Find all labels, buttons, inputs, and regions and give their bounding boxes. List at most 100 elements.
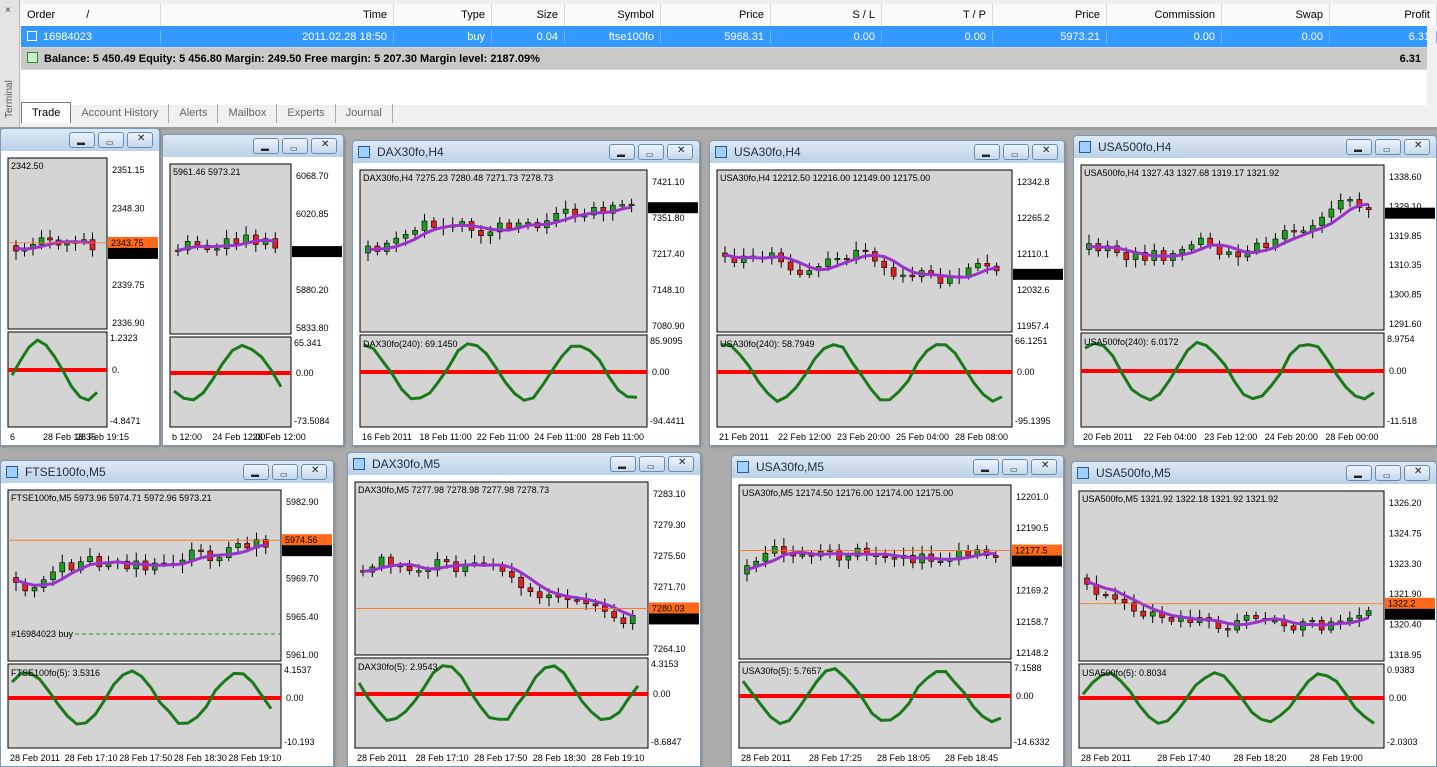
- close-button[interactable]: ✕: [1404, 465, 1430, 481]
- col-tp-header[interactable]: T / P: [882, 3, 993, 26]
- tab-experts[interactable]: Experts: [277, 104, 336, 123]
- chart-area[interactable]: 2342.502351.152348.302345.452339.752336.…: [1, 151, 159, 445]
- chart-info-label: DAX30fo,M5 7277.98 7278.98 7277.98 7278.…: [358, 485, 549, 495]
- window-titlebar[interactable]: ▬ ▭ ✕: [163, 135, 343, 157]
- minimize-button[interactable]: ▬: [609, 144, 635, 160]
- chart-window-dax30-h4[interactable]: DAX30fo,H4 ▬ ▭ ✕ DAX30fo,H4 7275.23 7280.48 …: [352, 140, 700, 446]
- close-button[interactable]: ✕: [1031, 459, 1057, 475]
- col-commission-header[interactable]: Commission: [1107, 3, 1222, 26]
- tab-alerts[interactable]: Alerts: [169, 104, 219, 123]
- tab-trade[interactable]: Trade: [21, 102, 72, 123]
- close-button[interactable]: ✕: [301, 464, 327, 480]
- maximize-button[interactable]: ▭: [639, 456, 665, 472]
- col-order-header[interactable]: Order /: [21, 3, 161, 26]
- col-symbol-header[interactable]: Symbol: [565, 3, 661, 26]
- chart-area[interactable]: 5961.46 5973.216068.706020.855926.605880…: [163, 157, 343, 445]
- candle: [1149, 611, 1156, 617]
- maximize-button[interactable]: ▭: [1002, 459, 1028, 475]
- maximize-button[interactable]: ▭: [1003, 144, 1029, 160]
- current-price-label: 7278.73: [652, 614, 685, 624]
- chart-area[interactable]: DAX30fo,H4 7275.23 7280.48 7271.73 7278.…: [353, 163, 699, 445]
- col-sl-header[interactable]: S / L: [771, 3, 882, 26]
- time-tick-label: 21 Feb 2011: [719, 432, 769, 442]
- chart-area[interactable]: USA30fo,M5 12174.50 12176.00 12174.00 12…: [732, 478, 1063, 766]
- close-button[interactable]: ✕: [668, 456, 694, 472]
- maximize-button[interactable]: ▭: [1375, 139, 1401, 155]
- chart-window-usa500-m5[interactable]: USA500fo,M5 ▬ ▭ ✕ USA500fo,M5 1321.92 1322.1…: [1071, 461, 1437, 767]
- maximize-button[interactable]: ▭: [282, 138, 308, 154]
- col-size-header[interactable]: Size: [492, 3, 565, 26]
- minimize-button[interactable]: ▬: [69, 132, 95, 148]
- close-button[interactable]: ✕: [311, 138, 337, 154]
- window-titlebar[interactable]: DAX30fo,M5 ▬ ▭ ✕: [348, 453, 700, 475]
- candle: [628, 203, 635, 207]
- window-titlebar[interactable]: USA30fo,M5 ▬ ▭ ✕: [732, 456, 1063, 478]
- current-price-label: 1321.92: [1388, 209, 1421, 219]
- type-cell: buy: [394, 30, 492, 43]
- chart-area[interactable]: USA500fo,H4 1327.43 1327.68 1319.17 1321…: [1074, 158, 1436, 445]
- col-current-price-header[interactable]: Price: [993, 3, 1107, 26]
- chart-area[interactable]: FTSE100fo,M5 5973.96 5974.71 5972.96 597…: [1, 483, 333, 766]
- chart-window-ftse100-m5[interactable]: FTSE100fo,M5 ▬ ▭ ✕ FTSE100fo,M5 5973.96 5974…: [0, 460, 334, 767]
- time-tick-label: 28 Feb 19:10: [228, 753, 281, 763]
- close-button[interactable]: ✕: [1032, 144, 1058, 160]
- time-tick-label: 23 Feb 20:00: [837, 432, 890, 442]
- chart-window-usa500-h4[interactable]: USA500fo,H4 ▬ ▭ ✕ USA500fo,H4 1327.43 1327.6…: [1073, 135, 1437, 446]
- minimize-button[interactable]: ▬: [243, 464, 269, 480]
- window-titlebar[interactable]: FTSE100fo,M5 ▬ ▭ ✕: [1, 461, 333, 483]
- close-icon: ✕: [1041, 460, 1050, 471]
- price-tick-label: 12110.1: [1017, 249, 1049, 259]
- candle: [443, 559, 450, 563]
- chart-window-ftse-h4-partial[interactable]: ▬▭✕ 2342.502351.152348.302345.452339.7523…: [0, 128, 160, 446]
- window-titlebar[interactable]: DAX30fo,H4 ▬ ▭ ✕: [353, 141, 699, 163]
- close-button[interactable]: ✕: [1404, 139, 1430, 155]
- price-tick-label: 7217.40: [652, 249, 685, 259]
- window-titlebar[interactable]: USA500fo,M5 ▬ ▭ ✕: [1072, 462, 1436, 484]
- minimize-button[interactable]: ▬: [973, 459, 999, 475]
- chart-area[interactable]: USA30fo,H4 12212.50 12216.00 12149.00 12…: [710, 163, 1064, 445]
- window-controls: ▬ ▭ ✕: [69, 132, 153, 148]
- chart-window-ftse-h4[interactable]: ▬▭✕5961.46 5973.216068.706020.855926.605…: [162, 134, 344, 446]
- minimize-button[interactable]: ▬: [1346, 139, 1372, 155]
- window-titlebar[interactable]: USA500fo,H4 ▬ ▭ ✕: [1074, 136, 1436, 158]
- table-row[interactable]: 16984023 2011.02.28 18:50 buy 0.04 ftse1…: [21, 26, 1437, 48]
- chart-canvas: USA30fo,M5 12174.50 12176.00 12174.00 12…: [732, 478, 1063, 766]
- indicator-tick-label: 7.1588: [1014, 663, 1042, 673]
- minimize-button[interactable]: ▬: [253, 138, 279, 154]
- maximize-button[interactable]: ▭: [638, 144, 664, 160]
- indicator-tick-label: -8.6847: [651, 737, 682, 747]
- close-button[interactable]: ✕: [667, 144, 693, 160]
- price-tick-label: 1324.75: [1389, 528, 1422, 538]
- candle: [406, 566, 413, 572]
- terminal-close-icon[interactable]: ×: [5, 6, 11, 16]
- workspace-divider[interactable]: [0, 127, 1437, 130]
- col-swap-header[interactable]: Swap: [1222, 3, 1330, 26]
- col-profit-header[interactable]: Profit: [1330, 3, 1437, 26]
- candle: [527, 587, 534, 593]
- window-titlebar[interactable]: USA30fo,H4 ▬ ▭ ✕: [710, 141, 1064, 163]
- col-time-header[interactable]: Time: [161, 3, 394, 26]
- window-titlebar[interactable]: ▬ ▭ ✕: [1, 129, 159, 151]
- tab-journal[interactable]: Journal: [336, 104, 393, 123]
- minimize-button[interactable]: ▬: [1346, 465, 1372, 481]
- col-price-header[interactable]: Price: [661, 3, 771, 26]
- chart-area[interactable]: DAX30fo,M5 7277.98 7278.98 7277.98 7278.…: [348, 475, 700, 766]
- chart-window-usa30-m5[interactable]: USA30fo,M5 ▬ ▭ ✕ USA30fo,M5 12174.50 12176.0…: [731, 455, 1064, 767]
- close-button[interactable]: ✕: [127, 132, 153, 148]
- candle: [1337, 200, 1344, 210]
- minimize-button[interactable]: ▬: [974, 144, 1000, 160]
- chart-window-dax30-m5[interactable]: DAX30fo,M5 ▬ ▭ ✕ DAX30fo,M5 7277.98 7278.98 …: [347, 452, 701, 767]
- col-type-header[interactable]: Type: [394, 3, 492, 26]
- tab-mailbox[interactable]: Mailbox: [218, 104, 278, 123]
- chart-area[interactable]: USA500fo,M5 1321.92 1322.18 1321.92 1321…: [1072, 484, 1436, 766]
- indicator-tick-label: 65.341: [294, 338, 322, 348]
- ask-price-label: 2343.75: [111, 238, 144, 248]
- minimize-button[interactable]: ▬: [610, 456, 636, 472]
- tab-account-history[interactable]: Account History: [71, 104, 170, 123]
- time-tick-label: 18 Feb 11:00: [419, 432, 471, 442]
- maximize-button[interactable]: ▭: [98, 132, 124, 148]
- chart-canvas: USA30fo,H4 12212.50 12216.00 12149.00 12…: [710, 163, 1064, 445]
- chart-window-usa30-h4[interactable]: USA30fo,H4 ▬ ▭ ✕ USA30fo,H4 12212.50 12216.0…: [709, 140, 1065, 446]
- maximize-button[interactable]: ▭: [1375, 465, 1401, 481]
- maximize-button[interactable]: ▭: [272, 464, 298, 480]
